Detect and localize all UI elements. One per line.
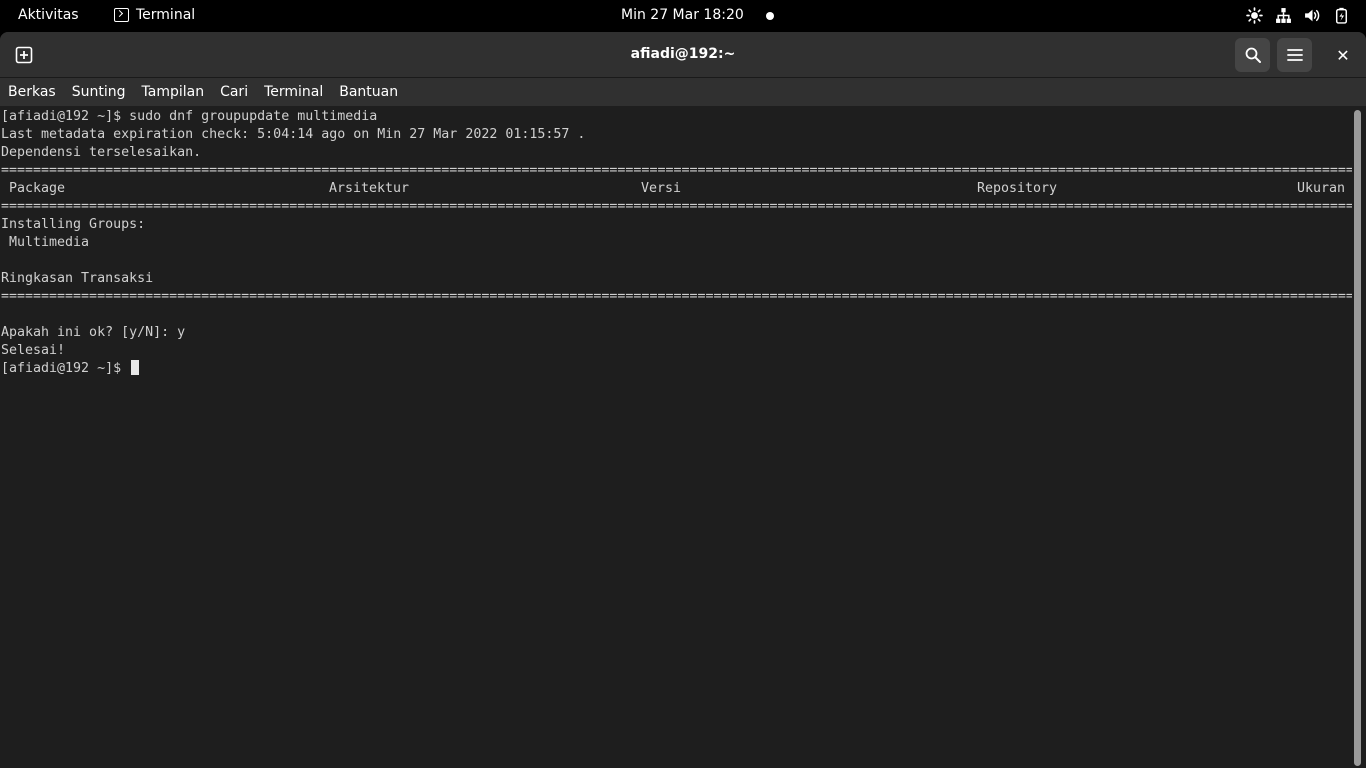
search-icon	[1245, 47, 1261, 63]
col-version: Versi	[641, 181, 682, 196]
terminal-line: [afiadi@192 ~]$ sudo dnf groupupdate mul…	[1, 109, 378, 124]
terminal-line: Ringkasan Transaksi	[1, 271, 154, 286]
terminal-line: Selesai!	[1, 343, 66, 358]
prompt: [afiadi@192 ~]$	[1, 361, 130, 376]
menu-item-bantuan[interactable]: Bantuan	[331, 84, 406, 100]
prompt-line: [afiadi@192 ~]$	[1, 360, 1352, 378]
separator-line: ========================================…	[1, 199, 1352, 214]
menu-item-cari[interactable]: Cari	[212, 84, 256, 100]
clock[interactable]: Min 27 Mar 18:20	[621, 7, 744, 23]
separator-line: ========================================…	[1, 289, 1352, 304]
app-menu[interactable]: Terminal	[114, 7, 195, 23]
battery-icon	[1335, 7, 1348, 24]
close-button[interactable]: ✕	[1326, 38, 1360, 72]
activities-button[interactable]: Aktivitas	[18, 7, 79, 23]
window-title: afiadi@192:~	[630, 46, 736, 62]
separator-line: ========================================…	[1, 163, 1352, 178]
main-menu-button[interactable]	[1277, 38, 1312, 72]
network-icon	[1276, 8, 1291, 23]
text-cursor	[131, 360, 140, 375]
top-bar: Aktivitas Terminal Min 27 Mar 18:20	[0, 0, 1366, 32]
terminal-line: Apakah ini ok? [y/N]: y	[1, 325, 186, 340]
terminal-app-icon	[114, 8, 129, 22]
col-package: Package	[9, 181, 66, 196]
search-button[interactable]	[1235, 38, 1270, 72]
notification-dot	[766, 12, 774, 20]
terminal-line: Multimedia	[1, 235, 90, 250]
table-header-row: Package Arsitektur Versi Repository Ukur…	[1, 180, 1352, 198]
hamburger-menu-icon	[1286, 49, 1303, 61]
header-bar: afiadi@192:~ ✕	[0, 32, 1366, 78]
menu-item-sunting[interactable]: Sunting	[64, 84, 134, 100]
terminal-line: Installing Groups:	[1, 217, 146, 232]
close-icon: ✕	[1336, 45, 1350, 65]
col-arch: Arsitektur	[329, 181, 410, 196]
scrollbar[interactable]	[1354, 110, 1361, 766]
menu-bar: Berkas Sunting Tampilan Cari Terminal Ba…	[0, 78, 1366, 106]
terminal-output[interactable]: [afiadi@192 ~]$ sudo dnf groupupdate mul…	[0, 106, 1352, 768]
col-repo: Repository	[977, 181, 1058, 196]
brightness-icon	[1246, 7, 1263, 24]
terminal-line: Last metadata expiration check: 5:04:14 …	[1, 127, 586, 142]
menu-item-terminal[interactable]: Terminal	[256, 84, 331, 100]
terminal-window: afiadi@192:~ ✕ Berkas Sunting Tampilan C…	[0, 32, 1366, 768]
menu-item-berkas[interactable]: Berkas	[0, 84, 64, 100]
col-size: Ukuran	[1297, 181, 1346, 196]
menu-item-tampilan[interactable]: Tampilan	[134, 84, 213, 100]
app-name: Terminal	[136, 7, 196, 23]
system-tray[interactable]	[1246, 7, 1350, 24]
terminal-line: Dependensi terselesaikan.	[1, 145, 202, 160]
volume-icon	[1305, 9, 1320, 22]
